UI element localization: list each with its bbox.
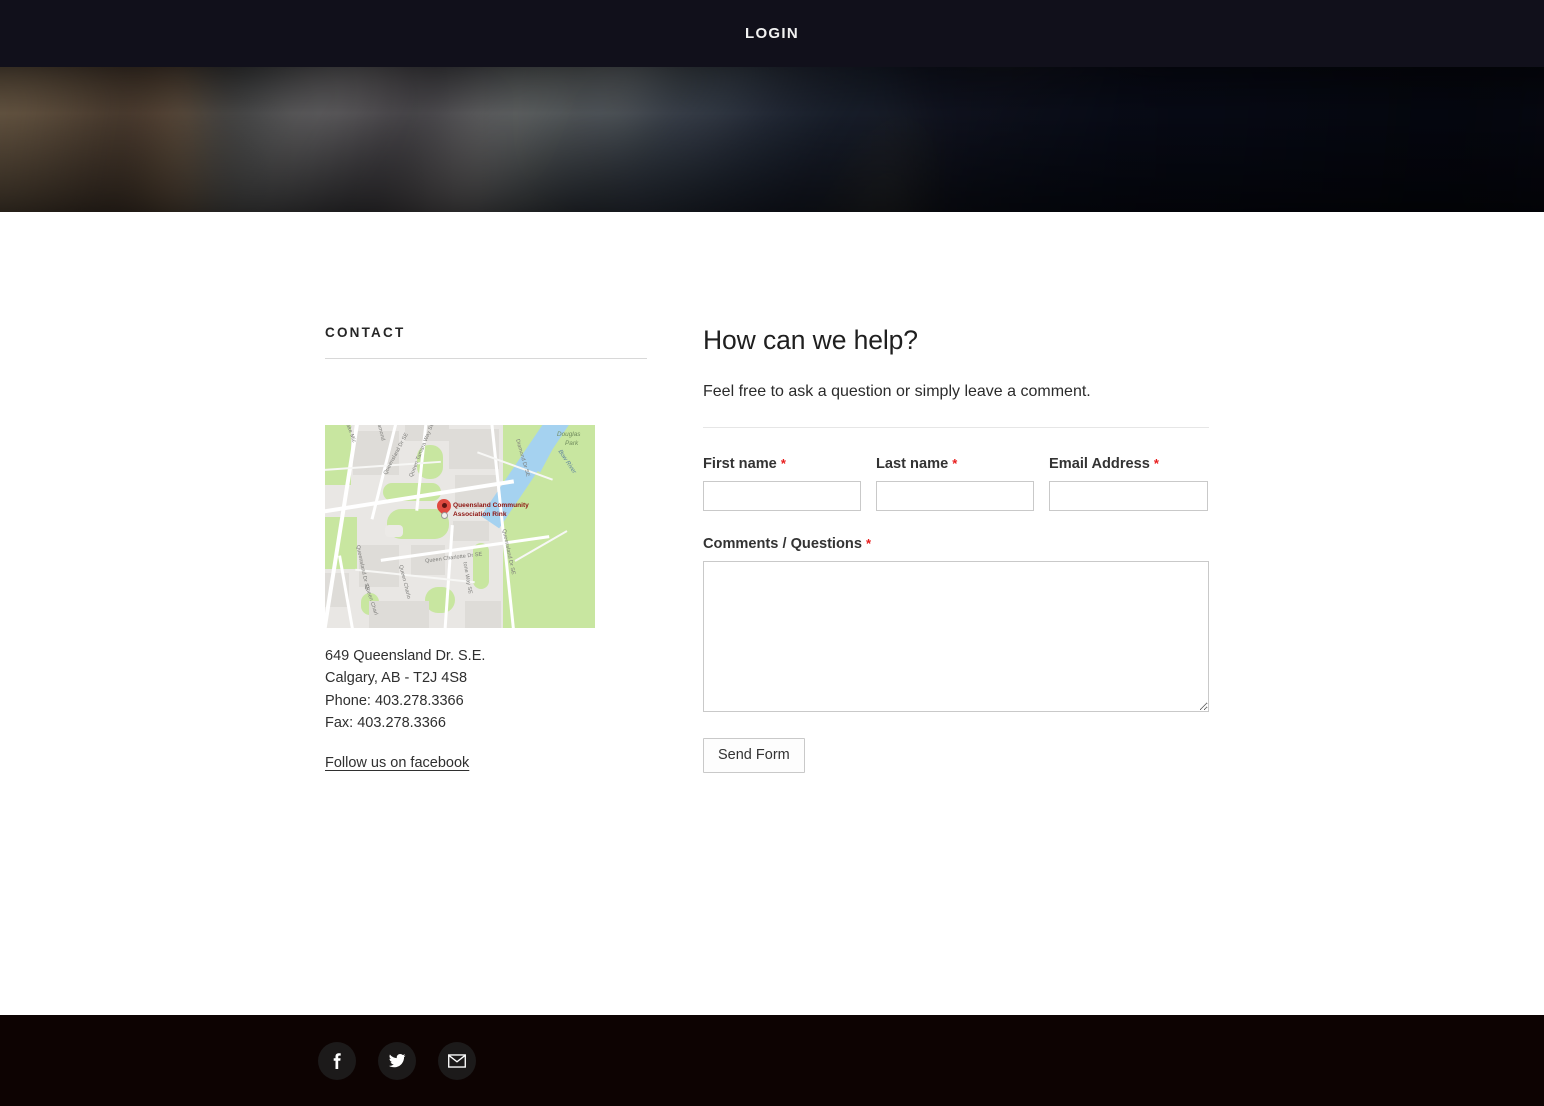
address-phone: Phone: 403.278.3366 [325,692,464,709]
last-name-input[interactable] [876,481,1034,511]
required-asterisk: * [866,536,872,551]
email-label-text: Email Address [1049,456,1150,472]
map-green-area [473,543,489,589]
footer-facebook-button[interactable] [318,1041,356,1080]
page-body: CONTACT Lake Mic Diamond Queensland Dr S… [0,212,1544,1015]
content-wrapper: CONTACT Lake Mic Diamond Queensland Dr S… [325,325,1219,773]
comments-label-text: Comments / Questions [703,536,862,552]
last-name-field-group: Last name * [876,456,1034,511]
map-green-area [425,587,455,613]
submit-row: Send Form [703,738,1219,773]
footer-twitter-button[interactable] [378,1041,416,1080]
map-marker-label-line1: Queensland Community [453,502,529,509]
send-form-button[interactable]: Send Form [703,738,805,773]
comments-field-group: Comments / Questions * [703,536,1209,712]
email-input[interactable] [1049,481,1208,511]
name-email-row: First name * Last name * Email Address * [703,456,1219,511]
first-name-label-text: First name [703,456,777,472]
address-block: 649 Queensland Dr. S.E. Calgary, AB - T2… [325,645,650,735]
last-name-label-text: Last name [876,456,949,472]
footer-email-button[interactable] [438,1041,476,1080]
form-subtitle: Feel free to ask a question or simply le… [703,383,1091,400]
map-marker-dot [441,503,447,508]
map-street-label: tone Way SE [461,561,473,595]
map-marker-ring [440,512,448,519]
form-heading: How can we help? [703,325,918,355]
comments-textarea[interactable] [703,561,1209,712]
address-city: Calgary, AB - T2J 4S8 [325,670,468,687]
map-marker-pin[interactable] [434,496,454,519]
map-rink-building [385,525,403,537]
facebook-follow-link[interactable]: Follow us on facebook [325,755,469,771]
address-fax: Fax: 403.278.3366 [325,715,446,732]
location-map[interactable]: Lake Mic Diamond Queensland Dr SE Queen … [325,425,595,628]
comments-label: Comments / Questions * [703,536,1209,552]
required-asterisk: * [1153,456,1159,471]
login-link[interactable]: LOGIN [745,25,799,42]
hero-banner [0,67,1544,212]
email-field-group: Email Address * [1049,456,1208,511]
map-road [443,525,454,628]
map-marker-label: Queensland Community Association Rink [453,501,529,520]
map-marker-label-line2: Association Rink [453,511,507,519]
twitter-icon [388,1052,406,1069]
contact-form: First name * Last name * Email Address *… [703,456,1219,773]
map-park-label: Douglas [557,431,581,438]
first-name-input[interactable] [703,481,861,511]
form-divider [703,427,1209,428]
email-label: Email Address * [1049,456,1208,472]
hero-vignette-overlay [0,67,1544,212]
first-name-field-group: First name * [703,456,861,511]
contact-form-section: How can we help? Feel free to ask a ques… [650,325,1219,773]
required-asterisk: * [952,456,958,471]
sidebar-title: CONTACT [325,325,406,340]
site-footer [0,1015,1544,1106]
top-navigation-bar: LOGIN [0,0,1544,67]
required-asterisk: * [780,456,786,471]
envelope-icon [448,1053,466,1068]
map-block [369,601,429,628]
contact-sidebar: CONTACT Lake Mic Diamond Queensland Dr S… [325,325,650,773]
first-name-label: First name * [703,456,861,472]
sidebar-divider [325,358,647,359]
map-block [453,521,489,541]
last-name-label: Last name * [876,456,1034,472]
map-park-label: Park [565,440,579,447]
address-street: 649 Queensland Dr. S.E. [325,648,486,664]
map-street-label: Queen Charlo [397,564,412,600]
map-block [465,601,501,628]
facebook-icon [329,1052,345,1069]
